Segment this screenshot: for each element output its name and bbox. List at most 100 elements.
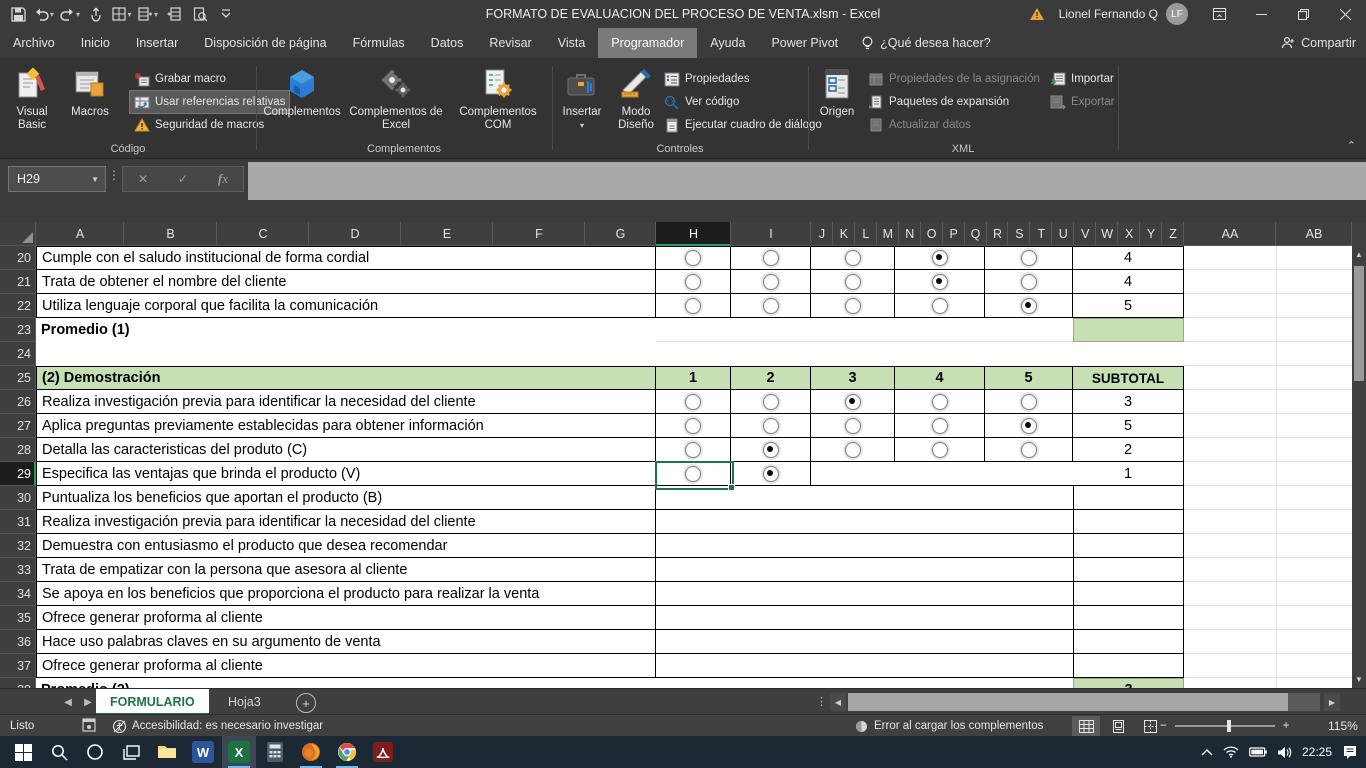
radio-button-row-22-value-2[interactable] [762,297,779,314]
vertical-scrollbar[interactable]: ▲ ▼ [1352,222,1366,688]
row-header-31[interactable]: 31 [0,510,36,534]
rating-cell-row-29-col-2[interactable] [731,462,811,486]
column-header-X[interactable]: X [1118,222,1141,246]
column-header-C[interactable]: C [217,222,309,246]
rating-cell-row-21-col-5[interactable] [985,270,1073,294]
column-header-Z[interactable]: Z [1162,222,1184,246]
radio-button-row-21-value-5[interactable] [1020,273,1037,290]
tab-f-rmulas[interactable]: Fórmulas [340,28,418,58]
row-header-35[interactable]: 35 [0,606,36,630]
column-header-AA[interactable]: AA [1184,222,1276,246]
dropdown-caret-icon[interactable]: ▾ [154,10,158,19]
rating-cell-row-28-col-1[interactable] [656,438,731,462]
avatar[interactable]: LF [1166,3,1188,25]
promedio-label-row-38[interactable]: Promedio (2) [36,678,656,688]
blank-zone-row-36[interactable] [656,630,1073,654]
confirm-entry-icon[interactable]: ✓ [178,172,188,186]
com-addins-button[interactable]: Complementos COM [448,62,548,140]
column-header-T[interactable]: T [1030,222,1053,246]
row-header-25[interactable]: 25 [0,366,36,390]
radio-button-row-21-value-2[interactable] [762,273,779,290]
column-header-U[interactable]: U [1052,222,1075,246]
trust-warning-icon[interactable] [1029,7,1045,21]
promedio-subtotal-cell-row-38[interactable]: 3 [1073,678,1184,688]
import-button[interactable]: Importar [1046,68,1118,90]
rating-cell-row-21-col-3[interactable] [811,270,895,294]
radio-button-row-26-value-2[interactable] [762,393,779,410]
battery-icon[interactable] [1249,747,1267,757]
addins-button[interactable]: Complementos [260,62,344,140]
blank-zone-row-37[interactable] [656,654,1073,678]
column-header-B[interactable]: B [124,222,217,246]
subtotal-header-cell[interactable]: SUBTOTAL [1073,366,1184,390]
question-cell-row-32[interactable]: Demuestra con entusiasmo el producto que… [36,534,656,558]
fill-handle[interactable] [728,484,735,491]
hscroll-thumb[interactable] [848,693,1288,711]
radio-button-row-27-value-5[interactable] [1020,417,1037,434]
rating-cell-row-20-col-4[interactable] [895,246,985,270]
insert-cells-button[interactable]: ▾ [136,2,160,26]
row-header-34[interactable]: 34 [0,582,36,606]
zoom-in-icon[interactable]: + [1283,720,1290,732]
column-header-W[interactable]: W [1096,222,1119,246]
firefox-taskbar-button[interactable] [294,736,328,768]
subtotal-cell-row-33[interactable] [1073,558,1184,582]
hidden-icons-chevron-icon[interactable] [1201,748,1213,756]
question-cell-row-36[interactable]: Hace uso palabras claves en su argumento… [36,630,656,654]
radio-button-row-28-value-1[interactable] [685,441,701,458]
normal-view-button[interactable] [1072,716,1100,736]
start-taskbar-button[interactable] [6,736,40,768]
cortana-taskbar-button[interactable] [78,736,112,768]
close-button[interactable] [1324,0,1366,28]
row-header-29[interactable]: 29 [0,462,36,486]
touch-mode-button[interactable] [84,2,108,26]
radio-button-row-26-value-3[interactable] [844,393,861,410]
column-header-I[interactable]: I [731,222,811,246]
column-header-M[interactable]: M [876,222,899,246]
restore-button[interactable] [1282,0,1324,28]
subtotal-cell-row-30[interactable] [1073,486,1184,510]
blank-zone-row-29[interactable] [811,462,1073,486]
active-cell-selection[interactable] [655,461,735,491]
sheet-tab-formulario[interactable]: FORMULARIO [96,689,209,715]
hscroll-left-arrow-icon[interactable]: ◀ [830,693,846,711]
rating-cell-row-28-col-5[interactable] [985,438,1073,462]
column-header-D[interactable]: D [309,222,401,246]
view-code-button[interactable]: Ver código [660,91,743,113]
tell-me-box[interactable]: ¿Qué desea hacer? [851,28,1001,58]
section-header-cell[interactable]: (2) Demostración [36,366,656,390]
design-mode-button[interactable]: Modo Diseño [610,62,662,140]
rating-cell-row-26-col-2[interactable] [731,390,811,414]
radio-button-row-22-value-4[interactable] [931,297,948,314]
radio-button-row-27-value-4[interactable] [931,417,948,434]
question-cell-row-34[interactable]: Se apoya en los beneficios que proporcio… [36,582,656,606]
scale-header-cell-1[interactable]: 1 [656,366,731,390]
tab-revisar[interactable]: Revisar [476,28,544,58]
zoom-out-icon[interactable]: − [1160,720,1167,732]
print-preview-button[interactable] [188,2,212,26]
radio-button-row-27-value-2[interactable] [762,417,779,434]
excel-taskbar-button[interactable]: X [222,736,256,768]
column-header-K[interactable]: K [832,222,855,246]
vscroll-thumb[interactable] [1354,266,1364,381]
subtotal-cell-row-34[interactable] [1073,582,1184,606]
subtotal-cell-row-20[interactable]: 4 [1073,246,1184,270]
row-header-38[interactable]: 38 [0,678,36,688]
rating-cell-row-20-col-5[interactable] [985,246,1073,270]
rating-cell-row-26-col-5[interactable] [985,390,1073,414]
row-header-22[interactable]: 22 [0,294,36,318]
page-layout-view-button[interactable] [1104,716,1132,736]
radio-button-row-28-value-2[interactable] [762,441,779,458]
undo-button[interactable]: ▾ [32,2,56,26]
row-header-33[interactable]: 33 [0,558,36,582]
rating-cell-row-26-col-3[interactable] [811,390,895,414]
chrome-taskbar-button[interactable] [330,736,364,768]
radio-button-row-28-value-5[interactable] [1020,441,1037,458]
rating-cell-row-22-col-2[interactable] [731,294,811,318]
subtotal-cell-row-32[interactable] [1073,534,1184,558]
vscroll-down-arrow-icon[interactable]: ▼ [1352,671,1366,688]
macro-security-button[interactable]: Seguridad de macros [130,114,268,136]
subtotal-cell-row-27[interactable]: 5 [1073,414,1184,438]
question-cell-row-33[interactable]: Trata de empatizar con la persona que as… [36,558,656,582]
insert-function-icon[interactable]: fx [218,171,228,187]
